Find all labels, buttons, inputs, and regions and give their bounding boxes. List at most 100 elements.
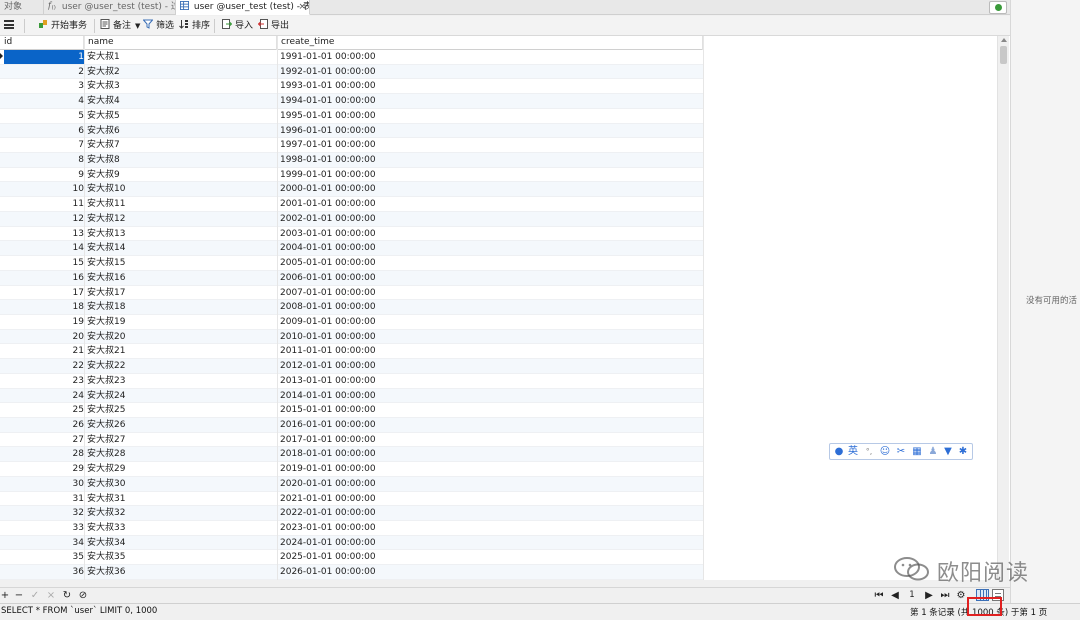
cell-create-time[interactable]: 2004-01-01 00:00:00	[280, 241, 700, 255]
column-header-create-time[interactable]: create_time	[277, 36, 703, 50]
cell-name[interactable]: 安大叔4	[86, 94, 276, 108]
info-panel-icon[interactable]	[989, 1, 1007, 14]
cell-create-time[interactable]: 2017-01-01 00:00:00	[280, 433, 700, 447]
table-row[interactable]: 11 安大叔11 2001-01-01 00:00:00	[0, 197, 703, 212]
column-header-id[interactable]: id	[0, 36, 84, 50]
page-number[interactable]: 1	[906, 589, 918, 602]
table-row[interactable]: 3 安大叔3 1993-01-01 00:00:00	[0, 79, 703, 95]
cell-id[interactable]: 20	[4, 330, 84, 344]
cell-create-time[interactable]: 1993-01-01 00:00:00	[280, 79, 700, 93]
table-row[interactable]: 12 安大叔12 2002-01-01 00:00:00	[0, 211, 703, 227]
vertical-scrollbar[interactable]	[997, 36, 1009, 580]
table-row[interactable]: 31 安大叔31 2021-01-01 00:00:00	[0, 492, 703, 507]
cell-id[interactable]: 5	[4, 109, 84, 123]
refresh-icon[interactable]: ↻	[62, 589, 72, 602]
begin-transaction-button[interactable]: 开始事务	[38, 19, 87, 33]
cell-id[interactable]: 1	[4, 50, 84, 64]
scroll-up-arrow-icon[interactable]	[1001, 38, 1007, 42]
cell-id[interactable]: 34	[4, 536, 84, 550]
ime-settings-icon[interactable]: ✱	[957, 445, 969, 459]
table-row[interactable]: 33 安大叔33 2023-01-01 00:00:00	[0, 521, 703, 536]
export-button[interactable]: 导出	[258, 19, 289, 33]
cell-id[interactable]: 24	[4, 389, 84, 403]
table-row[interactable]: 1 安大叔1 1991-01-01 00:00:00	[0, 50, 703, 65]
cell-create-time[interactable]: 2019-01-01 00:00:00	[280, 462, 700, 476]
cell-id[interactable]: 28	[4, 447, 84, 461]
cell-name[interactable]: 安大叔5	[86, 109, 276, 123]
cell-create-time[interactable]: 2002-01-01 00:00:00	[280, 212, 700, 226]
cell-name[interactable]: 安大叔8	[86, 153, 276, 167]
table-row[interactable]: 14 安大叔14 2004-01-01 00:00:00	[0, 241, 703, 257]
last-page-icon[interactable]: ⏭	[940, 589, 950, 602]
cell-id[interactable]: 7	[4, 138, 84, 152]
ime-punctuation-icon[interactable]: °,	[863, 445, 875, 459]
cell-create-time[interactable]: 2012-01-01 00:00:00	[280, 359, 700, 373]
cell-name[interactable]: 安大叔13	[86, 227, 276, 241]
stop-icon[interactable]: ⊘	[78, 589, 88, 602]
cell-name[interactable]: 安大叔22	[86, 359, 276, 373]
next-page-icon[interactable]: ▶	[924, 589, 934, 602]
cell-name[interactable]: 安大叔15	[86, 256, 276, 270]
cell-id[interactable]: 8	[4, 153, 84, 167]
cell-name[interactable]: 安大叔34	[86, 536, 276, 550]
cell-create-time[interactable]: 1997-01-01 00:00:00	[280, 138, 700, 152]
cell-name[interactable]: 安大叔17	[86, 286, 276, 300]
table-row[interactable]: 35 安大叔35 2025-01-01 00:00:00	[0, 550, 703, 566]
cell-id[interactable]: 25	[4, 403, 84, 417]
table-row[interactable]: 2 安大叔2 1992-01-01 00:00:00	[0, 64, 703, 80]
cell-create-time[interactable]: 2011-01-01 00:00:00	[280, 344, 700, 358]
dropdown-arrow-icon[interactable]: ▼	[135, 22, 140, 30]
table-row[interactable]: 36 安大叔36 2026-01-01 00:00:00	[0, 565, 703, 580]
table-row[interactable]: 26 安大叔26 2016-01-01 00:00:00	[0, 417, 703, 433]
cell-name[interactable]: 安大叔2	[86, 65, 276, 79]
table-row[interactable]: 30 安大叔30 2020-01-01 00:00:00	[0, 476, 703, 492]
cell-id[interactable]: 6	[4, 124, 84, 138]
cell-create-time[interactable]: 2018-01-01 00:00:00	[280, 447, 700, 461]
table-row[interactable]: 4 安大叔4 1994-01-01 00:00:00	[0, 94, 703, 109]
table-row[interactable]: 15 安大叔15 2005-01-01 00:00:00	[0, 256, 703, 271]
settings-gear-icon[interactable]: ⚙	[956, 589, 966, 602]
data-grid[interactable]: id name create_time 1 安大叔1 1991-01-01 00:0…	[0, 36, 1010, 580]
cell-name[interactable]: 安大叔25	[86, 403, 276, 417]
cell-name[interactable]: 安大叔31	[86, 492, 276, 506]
cell-name[interactable]: 安大叔6	[86, 124, 276, 138]
table-row[interactable]: 13 安大叔13 2003-01-01 00:00:00	[0, 227, 703, 242]
cell-id[interactable]: 32	[4, 506, 84, 520]
cell-create-time[interactable]: 2022-01-01 00:00:00	[280, 506, 700, 520]
cell-create-time[interactable]: 2000-01-01 00:00:00	[280, 182, 700, 196]
cell-id[interactable]: 27	[4, 433, 84, 447]
cell-name[interactable]: 安大叔10	[86, 182, 276, 196]
table-row[interactable]: 16 安大叔16 2006-01-01 00:00:00	[0, 270, 703, 286]
cell-name[interactable]: 安大叔21	[86, 344, 276, 358]
ime-skin-icon[interactable]: ▼	[942, 445, 954, 459]
cell-name[interactable]: 安大叔19	[86, 315, 276, 329]
add-record-button[interactable]: +	[0, 589, 10, 602]
cell-name[interactable]: 安大叔26	[86, 418, 276, 432]
cell-id[interactable]: 33	[4, 521, 84, 535]
cell-create-time[interactable]: 2003-01-01 00:00:00	[280, 227, 700, 241]
cell-id[interactable]: 9	[4, 168, 84, 182]
cell-name[interactable]: 安大叔1	[86, 50, 276, 64]
tab-procedure[interactable]: f() user @user_test (test) - 过程	[44, 0, 176, 15]
cell-id[interactable]: 30	[4, 477, 84, 491]
cell-create-time[interactable]: 1998-01-01 00:00:00	[280, 153, 700, 167]
cell-create-time[interactable]: 2009-01-01 00:00:00	[280, 315, 700, 329]
cell-create-time[interactable]: 2023-01-01 00:00:00	[280, 521, 700, 535]
cell-create-time[interactable]: 2008-01-01 00:00:00	[280, 300, 700, 314]
cell-create-time[interactable]: 2025-01-01 00:00:00	[280, 550, 700, 564]
cell-name[interactable]: 安大叔16	[86, 271, 276, 285]
cell-id[interactable]: 36	[4, 565, 84, 579]
ime-logo-icon[interactable]: ●	[833, 445, 845, 459]
cell-create-time[interactable]: 2014-01-01 00:00:00	[280, 389, 700, 403]
table-row[interactable]: 19 安大叔19 2009-01-01 00:00:00	[0, 315, 703, 330]
cell-create-time[interactable]: 2007-01-01 00:00:00	[280, 286, 700, 300]
cell-name[interactable]: 安大叔28	[86, 447, 276, 461]
tab-table[interactable]: user @user_test (test) - 表 ×	[176, 0, 310, 15]
cell-create-time[interactable]: 2016-01-01 00:00:00	[280, 418, 700, 432]
cell-create-time[interactable]: 2005-01-01 00:00:00	[280, 256, 700, 270]
cell-id[interactable]: 26	[4, 418, 84, 432]
cell-id[interactable]: 22	[4, 359, 84, 373]
close-icon[interactable]: ×	[298, 0, 306, 14]
table-row[interactable]: 18 安大叔18 2008-01-01 00:00:00	[0, 300, 703, 315]
cell-create-time[interactable]: 2010-01-01 00:00:00	[280, 330, 700, 344]
